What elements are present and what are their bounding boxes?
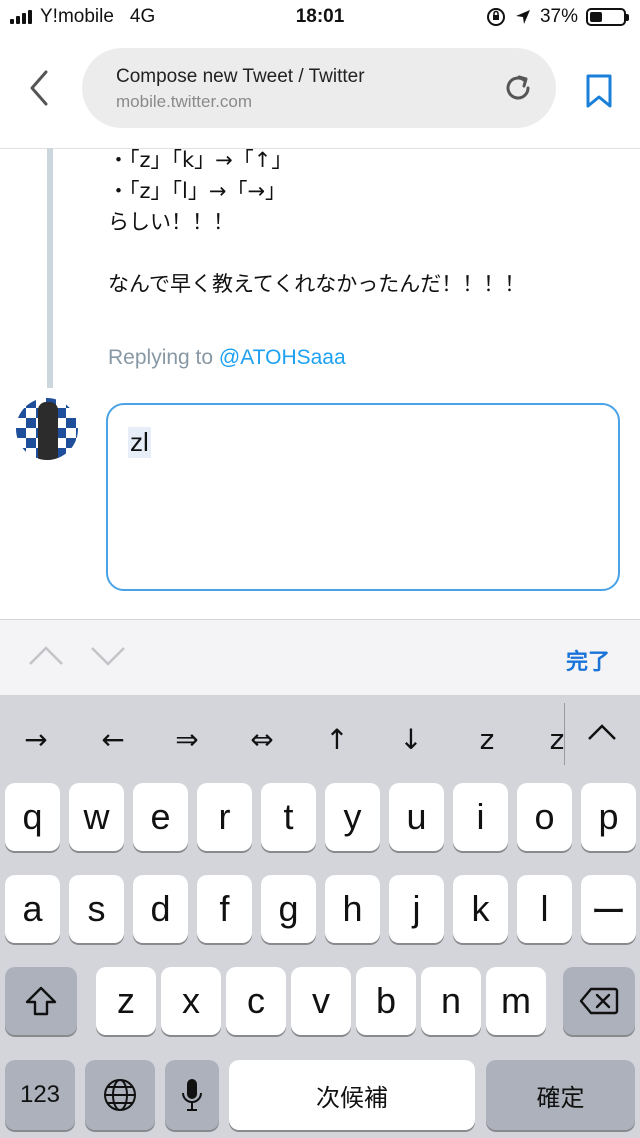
key-s[interactable]: s — [69, 875, 124, 943]
candidate-item[interactable]: ↑ — [309, 723, 365, 756]
tweet-body-text: ・「z」「k」→「↑」 ・「z」「l」→「→」 らしい！！！ なんで早く教えてく… — [108, 148, 526, 296]
numbers-key[interactable]: 123 — [5, 1060, 75, 1130]
microphone-icon — [182, 1079, 202, 1111]
expand-candidates-chevron-icon[interactable] — [586, 721, 618, 743]
key-e[interactable]: e — [133, 783, 188, 851]
key-g[interactable]: g — [261, 875, 316, 943]
key-r[interactable]: r — [197, 783, 252, 851]
location-arrow-icon — [515, 10, 530, 24]
browser-address-bar: Compose new Tweet / Twitter mobile.twitt… — [0, 36, 640, 149]
key-j[interactable]: j — [389, 875, 444, 943]
candidate-item[interactable]: ⇔ — [234, 723, 290, 756]
candidate-item[interactable]: → — [8, 723, 64, 756]
reply-handle-link[interactable]: @ATOHSaaa — [219, 346, 346, 369]
key-q[interactable]: q — [5, 783, 60, 851]
reload-icon[interactable] — [502, 72, 534, 104]
key-a[interactable]: a — [5, 875, 60, 943]
key-u[interactable]: u — [389, 783, 444, 851]
candidate-divider — [564, 703, 565, 765]
backspace-icon — [579, 987, 619, 1015]
globe-icon — [104, 1079, 136, 1111]
candidate-bar: → ← ⇒ ⇔ ↑ ↓ z z — [0, 695, 640, 783]
previous-field-chevron-up-icon[interactable] — [28, 644, 64, 668]
next-field-chevron-down-icon[interactable] — [90, 644, 126, 668]
page-domain: mobile.twitter.com — [116, 92, 253, 111]
status-bar: Y!mobile 4G 18:01 37% — [0, 0, 640, 36]
software-keyboard: → ← ⇒ ⇔ ↑ ↓ z z q w e r t y u i o p a s … — [0, 695, 640, 1138]
key-x[interactable]: x — [161, 967, 221, 1035]
dictation-key[interactable] — [165, 1060, 219, 1130]
page-title: Compose new Tweet / Twitter — [116, 66, 365, 87]
globe-key[interactable] — [85, 1060, 155, 1130]
replying-to-label: Replying to @ATOHSaaa — [108, 346, 346, 370]
bookmark-icon[interactable] — [584, 74, 614, 108]
key-m[interactable]: m — [486, 967, 546, 1035]
candidate-item[interactable]: ← — [85, 723, 141, 756]
thread-connector-line — [47, 148, 53, 388]
key-long-vowel[interactable]: ー — [581, 875, 636, 943]
key-i[interactable]: i — [453, 783, 508, 851]
delete-key[interactable] — [563, 967, 635, 1035]
key-z[interactable]: z — [96, 967, 156, 1035]
battery-percent: 37% — [539, 6, 578, 27]
done-button[interactable]: 完了 — [566, 644, 610, 676]
url-field[interactable]: Compose new Tweet / Twitter mobile.twitt… — [82, 48, 556, 128]
key-f[interactable]: f — [197, 875, 252, 943]
key-t[interactable]: t — [261, 783, 316, 851]
candidate-item[interactable]: ↓ — [383, 723, 439, 756]
key-p[interactable]: p — [581, 783, 636, 851]
keyboard-accessory-bar: 完了 — [0, 619, 640, 696]
battery-icon — [586, 8, 629, 26]
key-o[interactable]: o — [517, 783, 572, 851]
back-chevron-icon[interactable] — [22, 68, 58, 108]
key-h[interactable]: h — [325, 875, 380, 943]
candidate-item[interactable]: z — [459, 723, 515, 756]
shift-key[interactable] — [5, 967, 77, 1035]
key-n[interactable]: n — [421, 967, 481, 1035]
key-v[interactable]: v — [291, 967, 351, 1035]
replying-prefix: Replying to — [108, 346, 219, 369]
candidate-item[interactable]: z — [529, 723, 585, 756]
key-c[interactable]: c — [226, 967, 286, 1035]
avatar[interactable] — [16, 398, 78, 460]
key-k[interactable]: k — [453, 875, 508, 943]
confirm-key[interactable]: 確定 — [486, 1060, 635, 1130]
shift-arrow-icon — [25, 986, 57, 1016]
key-d[interactable]: d — [133, 875, 188, 943]
next-candidate-space-key[interactable]: 次候補 — [229, 1060, 475, 1130]
compose-text: zl — [128, 427, 151, 458]
key-y[interactable]: y — [325, 783, 380, 851]
key-l[interactable]: l — [517, 875, 572, 943]
key-b[interactable]: b — [356, 967, 416, 1035]
key-w[interactable]: w — [69, 783, 124, 851]
tweet-compose-textarea[interactable]: zl — [106, 403, 620, 591]
orientation-lock-icon — [486, 8, 505, 26]
candidate-item[interactable]: ⇒ — [159, 723, 215, 756]
